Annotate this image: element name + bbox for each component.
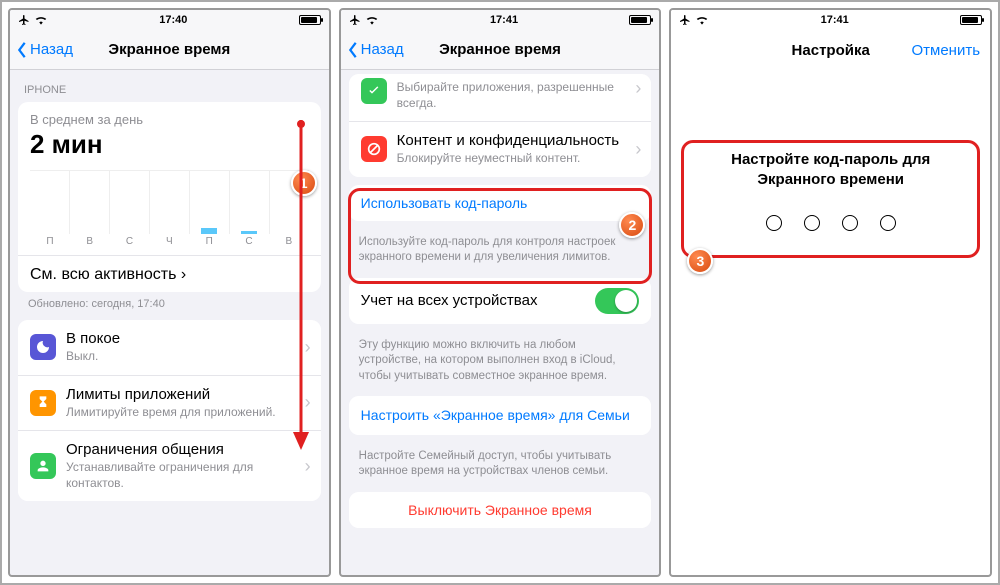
battery-icon	[299, 15, 321, 25]
phone-screen-1: 17:40 Назад Экранное время IPHONE В сред…	[8, 8, 331, 577]
chevron-left-icon	[347, 41, 359, 59]
communication-limits-row[interactable]: Ограничения общения Устанавливайте огран…	[18, 431, 321, 501]
page-title: Настройка	[792, 42, 870, 59]
battery-icon	[629, 15, 651, 25]
hourglass-icon	[30, 390, 56, 416]
family-group: Настроить «Экранное время» для Семьи	[349, 396, 652, 434]
page-title: Экранное время	[108, 41, 230, 58]
passcode-group: Использовать код-пароль	[349, 185, 652, 221]
wifi-icon	[34, 15, 48, 25]
downtime-sub: Выкл.	[66, 349, 309, 365]
comm-sub: Устанавливайте ограничения для контактов…	[66, 460, 309, 491]
limits-sub: Лимитируйте время для приложений.	[66, 405, 309, 421]
nav-bar: Настройка Отменить	[671, 30, 990, 70]
share-footnote: Эту функцию можно включить на любом устр…	[341, 332, 660, 397]
always-allowed-row[interactable]: Выбирайте приложения, разрешенные всегда…	[349, 74, 652, 122]
family-setup-row[interactable]: Настроить «Экранное время» для Семьи	[349, 396, 652, 434]
chevron-right-icon: ›	[635, 139, 641, 160]
clock: 17:40	[159, 14, 187, 26]
cancel-button[interactable]: Отменить	[911, 30, 980, 70]
chevron-right-icon: ›	[305, 392, 311, 413]
settings-group: В покое Выкл. › Лимиты приложений Лимити…	[18, 320, 321, 501]
average-label: В среднем за день	[30, 112, 309, 127]
downtime-row[interactable]: В покое Выкл. ›	[18, 320, 321, 376]
chevron-right-icon: ›	[635, 78, 641, 99]
tutorial-canvas: 17:40 Назад Экранное время IPHONE В сред…	[0, 0, 1000, 585]
average-value: 2 мин	[30, 129, 309, 160]
comm-title: Ограничения общения	[66, 441, 309, 458]
passcode-dot	[880, 215, 896, 231]
nosign-icon	[361, 136, 387, 162]
content-title: Контент и конфиденциальность	[397, 132, 640, 149]
battery-icon	[960, 15, 982, 25]
app-limits-row[interactable]: Лимиты приложений Лимитируйте время для …	[18, 376, 321, 432]
cancel-label: Отменить	[911, 42, 980, 59]
section-header: IPHONE	[10, 70, 329, 102]
passcode-dot	[766, 215, 782, 231]
allowed-sub: Выбирайте приложения, разрешенные всегда…	[397, 80, 640, 111]
passcode-dots[interactable]	[685, 215, 976, 231]
back-label: Назад	[30, 41, 73, 58]
family-label: Настроить «Экранное время» для Семьи	[361, 406, 630, 424]
content-privacy-row[interactable]: Контент и конфиденциальность Блокируйте …	[349, 122, 652, 177]
nav-bar: Назад Экранное время	[341, 30, 660, 70]
content-2: Выбирайте приложения, разрешенные всегда…	[341, 70, 660, 575]
chevron-right-icon: ›	[305, 337, 311, 358]
turnoff-group: Выключить Экранное время	[349, 492, 652, 528]
content-sub: Блокируйте неуместный контент.	[397, 151, 640, 167]
share-devices-row[interactable]: Учет на всех устройствах	[349, 278, 652, 324]
phone-screen-2: 17:41 Назад Экранное время Выбирайте при…	[339, 8, 662, 577]
use-passcode-row[interactable]: Использовать код-пароль	[349, 185, 652, 221]
downtime-title: В покое	[66, 330, 309, 347]
share-title: Учет на всех устройствах	[361, 292, 538, 309]
family-footnote: Настройте Семейный доступ, чтобы учитыва…	[341, 443, 660, 492]
see-all-label: См. всю активность	[30, 266, 176, 283]
content-3: Настройте код-пароль для Экранного време…	[671, 70, 990, 575]
passcode-title: Настройте код-пароль для Экранного време…	[685, 150, 976, 191]
moon-icon	[30, 334, 56, 360]
chevron-right-icon: ›	[305, 456, 311, 477]
turn-off-label: Выключить Экранное время	[408, 502, 592, 518]
wifi-icon	[695, 15, 709, 25]
nav-bar: Назад Экранное время	[10, 30, 329, 70]
share-toggle[interactable]	[595, 288, 639, 314]
use-passcode-label: Использовать код-пароль	[361, 195, 528, 211]
back-button[interactable]: Назад	[347, 30, 404, 69]
passcode-footnote: Используйте код-пароль для контроля наст…	[341, 229, 660, 278]
content-1: IPHONE В среднем за день 2 мин ПВС ЧПС	[10, 70, 329, 575]
passcode-panel: Настройте код-пароль для Экранного време…	[685, 150, 976, 231]
status-bar: 17:41	[341, 10, 660, 30]
updated-label: Обновлено: сегодня, 17:40	[10, 292, 329, 320]
passcode-dot	[842, 215, 858, 231]
airplane-icon	[679, 14, 691, 26]
phone-screen-3: 17:41 Настройка Отменить Настройте код-п…	[669, 8, 992, 577]
wifi-icon	[365, 15, 379, 25]
clock: 17:41	[821, 14, 849, 26]
back-label: Назад	[361, 41, 404, 58]
passcode-dot	[804, 215, 820, 231]
chevron-right-icon: ›	[181, 266, 186, 283]
status-bar: 17:40	[10, 10, 329, 30]
status-bar: 17:41	[671, 10, 990, 30]
turn-off-row[interactable]: Выключить Экранное время	[349, 492, 652, 528]
usage-chart	[30, 170, 309, 234]
check-icon	[361, 78, 387, 104]
limits-title: Лимиты приложений	[66, 386, 309, 403]
top-group: Выбирайте приложения, разрешенные всегда…	[349, 74, 652, 177]
airplane-icon	[18, 14, 30, 26]
share-group: Учет на всех устройствах	[349, 278, 652, 324]
clock: 17:41	[490, 14, 518, 26]
page-title: Экранное время	[439, 41, 561, 58]
see-all-activity[interactable]: См. всю активность ›	[18, 255, 321, 286]
chevron-left-icon	[16, 41, 28, 59]
usage-card[interactable]: В среднем за день 2 мин ПВС ЧПС В	[18, 102, 321, 292]
back-button[interactable]: Назад	[16, 30, 73, 69]
people-icon	[30, 453, 56, 479]
weekday-axis: ПВС ЧПС В	[30, 236, 309, 247]
airplane-icon	[349, 14, 361, 26]
